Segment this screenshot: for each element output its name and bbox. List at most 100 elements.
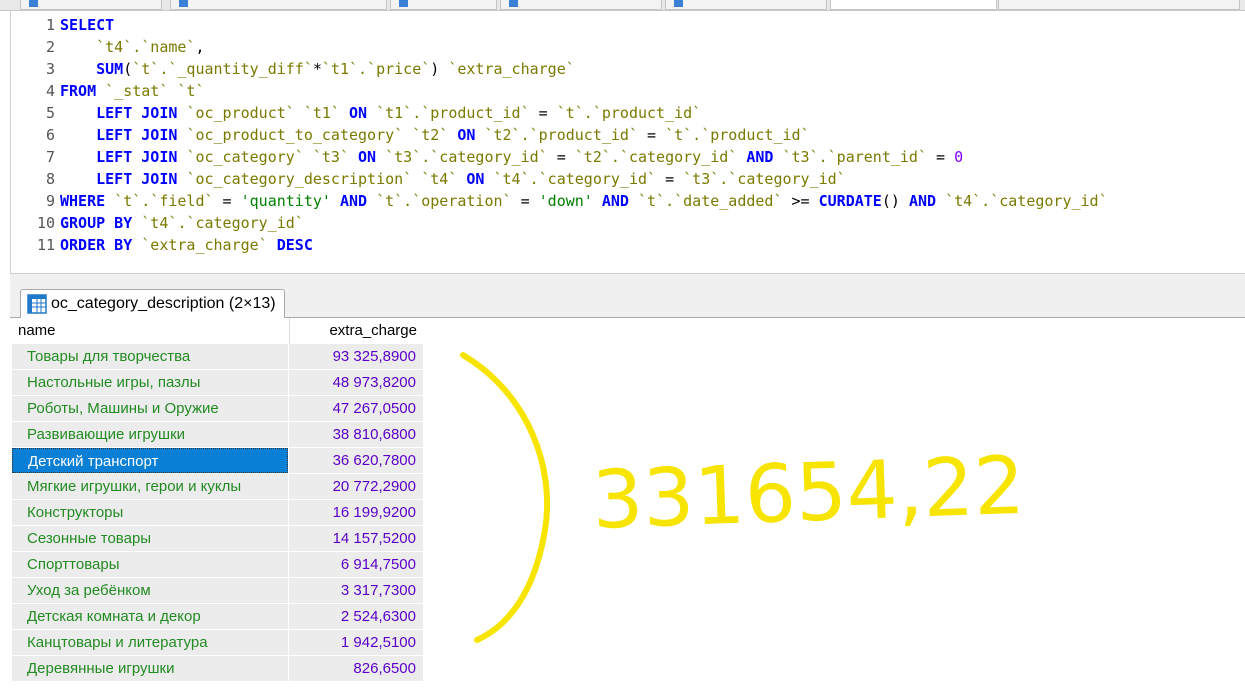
sql-identifier: `t1`.`price`: [321, 60, 431, 78]
sql-identifier: `_stat` `t`: [105, 82, 205, 100]
cell-name[interactable]: Детская комната и декор: [12, 604, 288, 629]
tab-icon: [399, 0, 408, 7]
cell-name[interactable]: Мягкие игрушки, герои и куклы: [12, 474, 288, 499]
cell-name[interactable]: Спорттовары: [12, 552, 288, 577]
code-line[interactable]: LEFT JOIN `oc_product_to_category` `t2` …: [60, 124, 1108, 146]
query-tab[interactable]: [500, 0, 662, 10]
table-row[interactable]: Сезонные товары 14 157,5200: [12, 526, 423, 551]
table-row[interactable]: Товары для творчества 93 325,8900: [12, 344, 423, 369]
code-line[interactable]: ORDER BY `extra_charge` DESC: [60, 234, 1108, 256]
query-tab-active[interactable]: [830, 0, 997, 10]
column-header-name[interactable]: name: [18, 322, 56, 339]
cell-name[interactable]: Сезонные товары: [12, 526, 288, 551]
code-line[interactable]: LEFT JOIN `oc_category_description` `t4`…: [60, 168, 1108, 190]
cell-name[interactable]: Развивающие игрушки: [12, 422, 288, 447]
result-tab[interactable]: oc_category_description (2×13): [20, 289, 285, 318]
table-row[interactable]: Настольные игры, пазлы 48 973,8200: [12, 370, 423, 395]
table-row[interactable]: Мягкие игрушки, герои и куклы 20 772,2900: [12, 474, 423, 499]
query-tab[interactable]: [665, 0, 827, 10]
sql-identifier: `oc_category` `t3`: [186, 148, 349, 166]
cell-name-text: Спорттовары: [27, 556, 120, 573]
cell-extra-charge[interactable]: 826,6500: [289, 656, 423, 681]
cell-extra-charge-text: 38 810,6800: [332, 426, 416, 443]
query-tab[interactable]: [998, 0, 1240, 10]
cell-extra-charge[interactable]: 47 267,0500: [289, 396, 423, 421]
cell-extra-charge-text: 48 973,8200: [332, 374, 416, 391]
cell-extra-charge[interactable]: 2 524,6300: [289, 604, 423, 629]
sql-string: 'quantity': [240, 192, 331, 210]
sql-editor[interactable]: 1 2 3 4 5 6 7 8 9 10 11 SELECT `t4`.`name`, SUM(`t…: [10, 11, 1245, 273]
cell-extra-charge[interactable]: 93 325,8900: [289, 344, 423, 369]
table-row[interactable]: Детская комната и декор 2 524,6300: [12, 604, 423, 629]
cell-name[interactable]: Товары для творчества: [12, 344, 288, 369]
table-row[interactable]: Конструкторы 16 199,9200: [12, 500, 423, 525]
cell-extra-charge[interactable]: 36 620,7800: [289, 448, 423, 473]
code-line[interactable]: LEFT JOIN `oc_product` `t1` ON `t1`.`pro…: [60, 102, 1108, 124]
cell-extra-charge[interactable]: 16 199,9200: [289, 500, 423, 525]
cell-extra-charge[interactable]: 20 772,2900: [289, 474, 423, 499]
cell-extra-charge[interactable]: 1 942,5100: [289, 630, 423, 655]
cell-name[interactable]: Настольные игры, пазлы: [12, 370, 288, 395]
code-line[interactable]: WHERE `t`.`field` = 'quantity' AND `t`.`…: [60, 190, 1108, 212]
sql-code[interactable]: SELECT `t4`.`name`, SUM(`t`.`_quantity_d…: [60, 14, 1108, 256]
code-line[interactable]: GROUP BY `t4`.`category_id`: [60, 212, 1108, 234]
cell-name[interactable]: Детский транспорт: [12, 448, 288, 473]
sql-identifier: `oc_category_description` `t4`: [186, 170, 458, 188]
cell-extra-charge-text: 16 199,9200: [332, 504, 416, 521]
sql-operator: [60, 104, 96, 122]
cell-name-text: Детский транспорт: [28, 453, 159, 470]
table-row[interactable]: Развивающие игрушки 38 810,6800: [12, 422, 423, 447]
sql-operator: [936, 192, 945, 210]
sql-number: 0: [954, 148, 964, 166]
table-row[interactable]: Детский транспорт 36 620,7800: [12, 448, 423, 473]
code-line[interactable]: LEFT JOIN `oc_category` `t3` ON `t3`.`ca…: [60, 146, 1108, 168]
table-row[interactable]: Спорттовары 6 914,7500: [12, 552, 423, 577]
sql-operator: [132, 214, 141, 232]
cell-name[interactable]: Конструкторы: [12, 500, 288, 525]
sql-identifier: `oc_product_to_category` `t2`: [186, 126, 449, 144]
code-line[interactable]: FROM `_stat` `t`: [60, 80, 1108, 102]
code-line[interactable]: `t4`.`name`,: [60, 36, 1108, 58]
cell-extra-charge[interactable]: 6 914,7500: [289, 552, 423, 577]
sql-operator: [132, 236, 141, 254]
sql-identifier: `t4`.`category_id`: [141, 214, 304, 232]
sql-keyword: SUM: [96, 60, 124, 78]
sql-operator: [60, 170, 96, 188]
line-number: 10: [36, 214, 55, 232]
query-tab[interactable]: [20, 0, 162, 10]
cell-extra-charge-text: 1 942,5100: [340, 634, 416, 651]
cell-name[interactable]: Уход за ребёнком: [12, 578, 288, 603]
sql-operator: [331, 192, 340, 210]
cell-extra-charge[interactable]: 14 157,5200: [289, 526, 423, 551]
sql-operator: [367, 104, 376, 122]
sql-identifier: `t`.`_quantity_diff`: [132, 60, 313, 78]
query-tab[interactable]: [390, 0, 497, 10]
code-line[interactable]: SELECT: [60, 14, 1108, 36]
cell-extra-charge[interactable]: 3 317,7300: [289, 578, 423, 603]
editor-splitter[interactable]: [10, 273, 1245, 288]
query-tab[interactable]: [170, 0, 387, 10]
sql-identifier: `t3`.`category_id`: [683, 170, 846, 188]
cell-extra-charge[interactable]: 38 810,6800: [289, 422, 423, 447]
sql-keyword: ON: [358, 148, 377, 166]
cell-name-text: Товары для творчества: [27, 348, 191, 365]
sql-identifier: `t4`.`category_id`: [493, 170, 657, 188]
cell-name[interactable]: Роботы, Машины и Оружие: [12, 396, 288, 421]
annotation-bracket: [460, 352, 551, 643]
cell-extra-charge-text: 36 620,7800: [332, 452, 416, 469]
table-row[interactable]: Роботы, Машины и Оружие 47 267,0500: [12, 396, 423, 421]
code-line[interactable]: SUM(`t`.`_quantity_diff`*`t1`.`price`) `…: [60, 58, 1108, 80]
cell-extra-charge-text: 20 772,2900: [332, 478, 416, 495]
sql-operator: =: [547, 148, 575, 166]
table-row[interactable]: Канцтовары и литература 1 942,5100: [12, 630, 423, 655]
table-row[interactable]: Деревянные игрушки 826,6500: [12, 656, 423, 681]
sql-operator: =: [529, 104, 557, 122]
line-number: 5: [45, 104, 55, 122]
sql-operator: [629, 192, 638, 210]
sql-operator: [367, 192, 376, 210]
cell-name[interactable]: Деревянные игрушки: [12, 656, 288, 681]
cell-name[interactable]: Канцтовары и литература: [12, 630, 288, 655]
column-header-extra-charge[interactable]: extra_charge: [289, 322, 417, 339]
cell-extra-charge[interactable]: 48 973,8200: [289, 370, 423, 395]
table-row[interactable]: Уход за ребёнком 3 317,7300: [12, 578, 423, 603]
